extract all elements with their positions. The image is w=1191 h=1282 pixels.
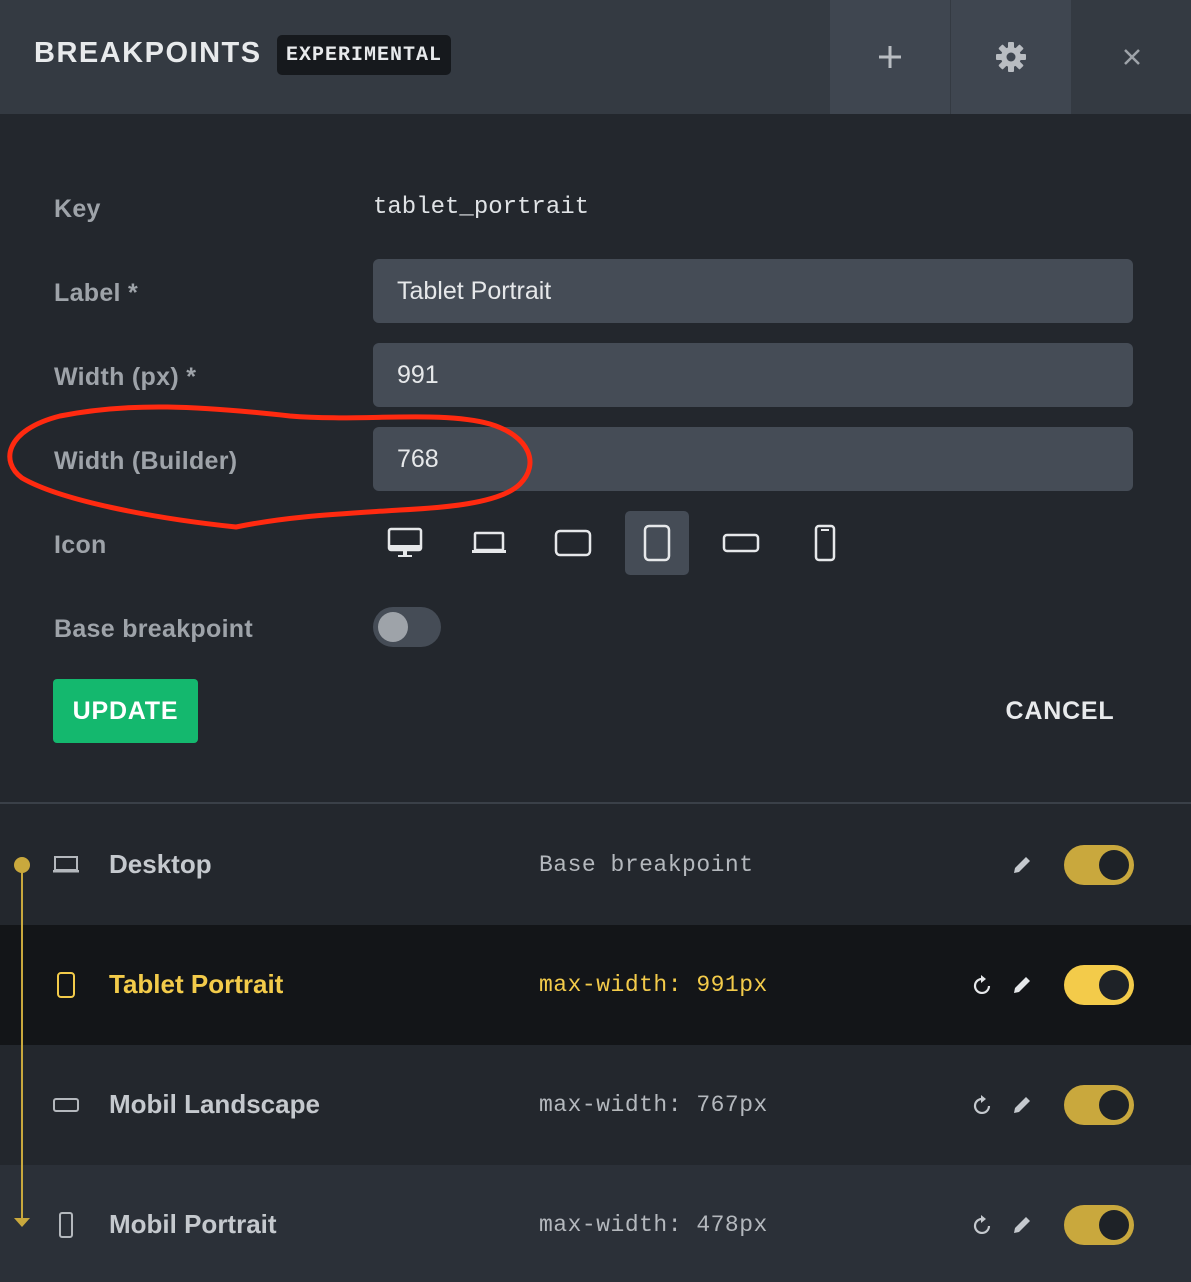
base-breakpoint-toggle[interactable] [373,607,441,647]
edit-button[interactable] [1009,851,1035,879]
gear-icon [996,42,1026,72]
close-button[interactable] [1073,0,1191,114]
breakpoint-name: Tablet Portrait [109,969,284,999]
reset-icon [973,1215,991,1235]
pencil-icon [1014,1097,1030,1113]
breakpoint-toggle[interactable] [1064,1205,1134,1245]
breakpoint-meta: max-width: 478px [539,1212,768,1238]
mobile-portrait-icon [814,524,836,562]
breakpoint-name: Mobil Landscape [109,1089,320,1119]
cancel-button[interactable]: CANCEL [990,679,1130,743]
timeline-arrow [14,1218,30,1227]
icon-option-tablet-portrait[interactable] [625,511,689,575]
update-button[interactable]: UPDATE [53,679,198,743]
add-breakpoint-button[interactable] [830,0,950,114]
edit-button[interactable] [1009,1211,1035,1239]
plus-icon [879,46,901,68]
breakpoint-name: Desktop [109,849,212,879]
base-breakpoint-label: Base breakpoint [54,615,254,643]
reset-icon [973,1095,991,1115]
pencil-icon [1014,857,1030,873]
breakpoint-row-mobile-landscape[interactable]: Mobil Landscape max-width: 767px [0,1045,1191,1165]
breakpoint-name: Mobil Portrait [109,1209,277,1239]
settings-button[interactable] [951,0,1071,114]
edit-button[interactable] [1009,971,1035,999]
breakpoint-row-desktop[interactable]: Desktop Base breakpoint [0,805,1191,925]
width-input[interactable] [373,343,1133,407]
reset-icon [973,975,991,995]
breakpoint-row-tablet-portrait[interactable]: Tablet Portrait max-width: 991px [0,925,1191,1045]
panel-title: BREAKPOINTS [34,37,262,69]
icon-option-desktop[interactable] [373,511,437,575]
panel-header: BREAKPOINTS EXPERIMENTAL [0,0,1191,114]
reset-button[interactable] [970,1211,996,1239]
builder-width-label: Width (Builder) [54,447,238,475]
icon-option-mobile-landscape[interactable] [709,511,773,575]
tablet-landscape-icon [554,529,592,557]
reset-button[interactable] [970,971,996,999]
mobile-landscape-icon [52,1089,80,1121]
divider [0,802,1191,804]
laptop-icon [472,531,506,553]
breakpoint-toggle[interactable] [1064,845,1134,885]
edit-button[interactable] [1009,1091,1035,1119]
icon-label: Icon [54,531,107,559]
toggle-knob [1099,970,1129,1000]
timeline-start-dot [14,857,30,873]
label-label: Label * [54,279,139,307]
breakpoint-timeline [21,865,23,1222]
breakpoint-meta: max-width: 767px [539,1092,768,1118]
pencil-icon [1014,1217,1030,1233]
icon-option-mobile-portrait[interactable] [793,511,857,575]
icon-option-laptop[interactable] [457,511,521,575]
key-label: Key [54,195,101,223]
toggle-knob [1099,850,1129,880]
tablet-portrait-icon [52,969,80,1001]
breakpoint-toggle[interactable] [1064,1085,1134,1125]
desktop-icon [387,527,423,557]
breakpoint-row-mobile-portrait[interactable]: Mobil Portrait max-width: 478px [0,1165,1191,1282]
toggle-knob [1099,1210,1129,1240]
toggle-knob [378,612,408,642]
builder-width-input[interactable] [373,427,1133,491]
close-icon [1124,49,1140,65]
mobile-portrait-icon [52,1209,80,1241]
icon-option-tablet-landscape[interactable] [541,511,605,575]
experimental-badge: EXPERIMENTAL [277,35,452,75]
laptop-icon [52,849,80,881]
key-value: tablet_portrait [373,194,590,221]
breakpoint-meta: max-width: 991px [539,972,768,998]
width-label: Width (px) * [54,363,197,391]
mobile-landscape-icon [722,533,760,553]
label-input[interactable] [373,259,1133,323]
breakpoint-toggle[interactable] [1064,965,1134,1005]
tablet-portrait-icon [643,524,671,562]
pencil-icon [1014,977,1030,993]
reset-button[interactable] [970,1091,996,1119]
breakpoint-meta: Base breakpoint [539,852,754,878]
toggle-knob [1099,1090,1129,1120]
